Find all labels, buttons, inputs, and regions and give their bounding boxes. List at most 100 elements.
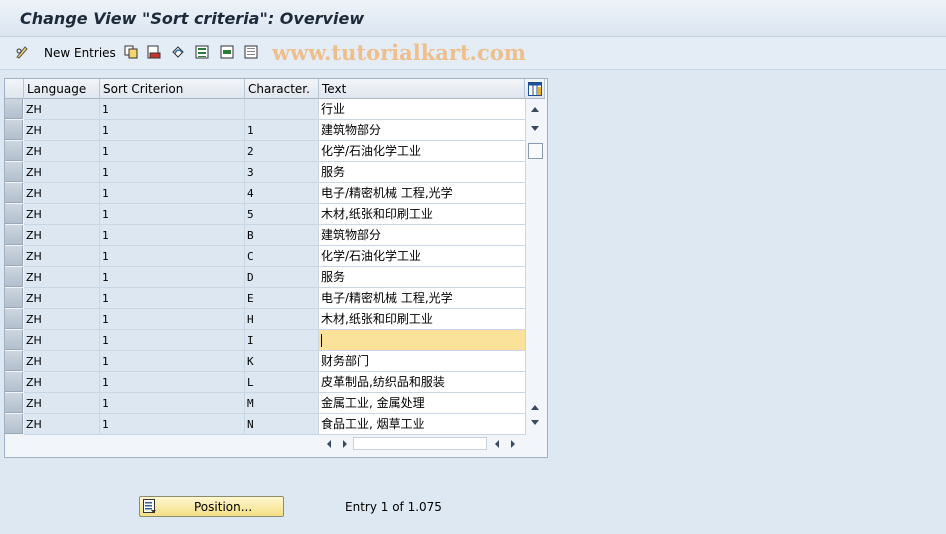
cell-language: ZH: [24, 309, 100, 330]
table-settings-icon[interactable]: [528, 82, 542, 96]
page-up-icon[interactable]: [530, 403, 540, 411]
scroll-far-left-icon[interactable]: [493, 439, 501, 449]
scroll-down-icon[interactable]: [530, 125, 540, 133]
row-selector[interactable]: [5, 267, 23, 287]
title-bar: Change View "Sort criteria": Overview: [0, 0, 946, 37]
table-row[interactable]: ZH 1 B 建筑物部分: [5, 225, 526, 246]
row-selector[interactable]: [5, 351, 23, 371]
table-row[interactable]: ZH 1 5 木材,纸张和印刷工业: [5, 204, 526, 225]
undo-icon[interactable]: [171, 45, 185, 59]
cell-language: ZH: [24, 372, 100, 393]
hscroll-track[interactable]: [353, 437, 487, 450]
cell-sort-criterion: 1: [100, 246, 245, 267]
table-row[interactable]: ZH 1 2 化学/石油化学工业: [5, 141, 526, 162]
table-row[interactable]: ZH 1 行业: [5, 99, 526, 120]
deselect-all-icon[interactable]: [244, 45, 258, 59]
row-selector[interactable]: [5, 120, 23, 140]
column-header-text[interactable]: Text: [319, 79, 525, 99]
table-row[interactable]: ZH 1 3 服务: [5, 162, 526, 183]
scroll-far-right-icon[interactable]: [509, 439, 517, 449]
cell-text[interactable]: 建筑物部分: [319, 225, 526, 246]
cell-language: ZH: [24, 267, 100, 288]
row-selector[interactable]: [5, 99, 23, 119]
cell-language: ZH: [24, 99, 100, 120]
table-row[interactable]: ZH 1 L 皮革制品,纺织品和服装: [5, 372, 526, 393]
column-header-language[interactable]: Language: [24, 79, 100, 99]
column-settings-header[interactable]: [525, 79, 545, 99]
cell-language: ZH: [24, 246, 100, 267]
cell-character: N: [245, 414, 319, 435]
cell-text[interactable]: 电子/精密机械 工程,光学: [319, 288, 526, 309]
row-selector[interactable]: [5, 393, 23, 413]
scroll-up-icon[interactable]: [530, 105, 540, 113]
cell-text[interactable]: 皮革制品,纺织品和服装: [319, 372, 526, 393]
application-toolbar: New Entries www.tutorialkart.com: [0, 37, 946, 70]
table-row[interactable]: ZH 1 I: [5, 330, 526, 351]
cell-text[interactable]: 电子/精密机械 工程,光学: [319, 183, 526, 204]
cell-character: I: [245, 330, 319, 351]
cell-character: E: [245, 288, 319, 309]
cell-sort-criterion: 1: [100, 204, 245, 225]
cell-sort-criterion: 1: [100, 372, 245, 393]
select-block-icon[interactable]: [220, 45, 234, 59]
cell-sort-criterion: 1: [100, 162, 245, 183]
table-row[interactable]: ZH 1 E 电子/精密机械 工程,光学: [5, 288, 526, 309]
position-button[interactable]: Position...: [139, 496, 284, 517]
table-row[interactable]: ZH 1 M 金属工业, 金属处理: [5, 393, 526, 414]
cell-character: K: [245, 351, 319, 372]
row-selector[interactable]: [5, 204, 23, 224]
cell-text[interactable]: 食品工业, 烟草工业: [319, 414, 526, 435]
column-header-character[interactable]: Character.: [245, 79, 319, 99]
cell-text[interactable]: 金属工业, 金属处理: [319, 393, 526, 414]
vertical-scrollbar[interactable]: [526, 99, 545, 431]
cell-text[interactable]: 行业: [319, 99, 526, 120]
delete-icon[interactable]: [147, 45, 161, 59]
cell-text[interactable]: [319, 330, 526, 351]
cell-character: 3: [245, 162, 319, 183]
new-entries-button[interactable]: New Entries: [44, 46, 116, 60]
text-cursor: [321, 334, 322, 347]
select-all-icon[interactable]: [195, 45, 209, 59]
row-selector[interactable]: [5, 414, 23, 434]
cell-text[interactable]: 财务部门: [319, 351, 526, 372]
table-row[interactable]: ZH 1 4 电子/精密机械 工程,光学: [5, 183, 526, 204]
row-selector[interactable]: [5, 309, 23, 329]
row-selector[interactable]: [5, 246, 23, 266]
row-selector[interactable]: [5, 372, 23, 392]
table-row[interactable]: ZH 1 H 木材,纸张和印刷工业: [5, 309, 526, 330]
row-selector[interactable]: [5, 225, 23, 245]
table-row[interactable]: ZH 1 1 建筑物部分: [5, 120, 526, 141]
scroll-right-icon[interactable]: [341, 439, 349, 449]
table-row[interactable]: ZH 1 K 财务部门: [5, 351, 526, 372]
position-button-label: Position...: [194, 500, 253, 514]
cell-text[interactable]: 建筑物部分: [319, 120, 526, 141]
column-header-sort-criterion[interactable]: Sort Criterion: [100, 79, 245, 99]
cell-text[interactable]: 化学/石油化学工业: [319, 141, 526, 162]
cell-text[interactable]: 木材,纸张和印刷工业: [319, 309, 526, 330]
row-selector[interactable]: [5, 288, 23, 308]
copy-icon[interactable]: [124, 45, 138, 59]
cell-text[interactable]: 服务: [319, 162, 526, 183]
edit-glasses-icon[interactable]: [15, 45, 29, 59]
select-all-rows-header[interactable]: [5, 79, 24, 99]
scroll-left-icon[interactable]: [325, 439, 333, 449]
row-selector[interactable]: [5, 183, 23, 203]
row-selector[interactable]: [5, 141, 23, 161]
main-content: Language Sort Criterion Character. Text …: [0, 70, 946, 534]
table-row[interactable]: ZH 1 N 食品工业, 烟草工业: [5, 414, 526, 435]
row-selector[interactable]: [5, 162, 23, 182]
cell-text[interactable]: 木材,纸张和印刷工业: [319, 204, 526, 225]
cell-character: 4: [245, 183, 319, 204]
cell-character: 2: [245, 141, 319, 162]
cell-character: D: [245, 267, 319, 288]
page-down-icon[interactable]: [530, 419, 540, 427]
cell-text[interactable]: 化学/石油化学工业: [319, 246, 526, 267]
cell-text[interactable]: 服务: [319, 267, 526, 288]
horizontal-scrollbar[interactable]: [319, 435, 525, 451]
row-selector[interactable]: [5, 330, 23, 350]
table-row[interactable]: ZH 1 C 化学/石油化学工业: [5, 246, 526, 267]
cell-language: ZH: [24, 120, 100, 141]
scroll-thumb[interactable]: [528, 143, 543, 159]
cell-sort-criterion: 1: [100, 120, 245, 141]
table-row[interactable]: ZH 1 D 服务: [5, 267, 526, 288]
